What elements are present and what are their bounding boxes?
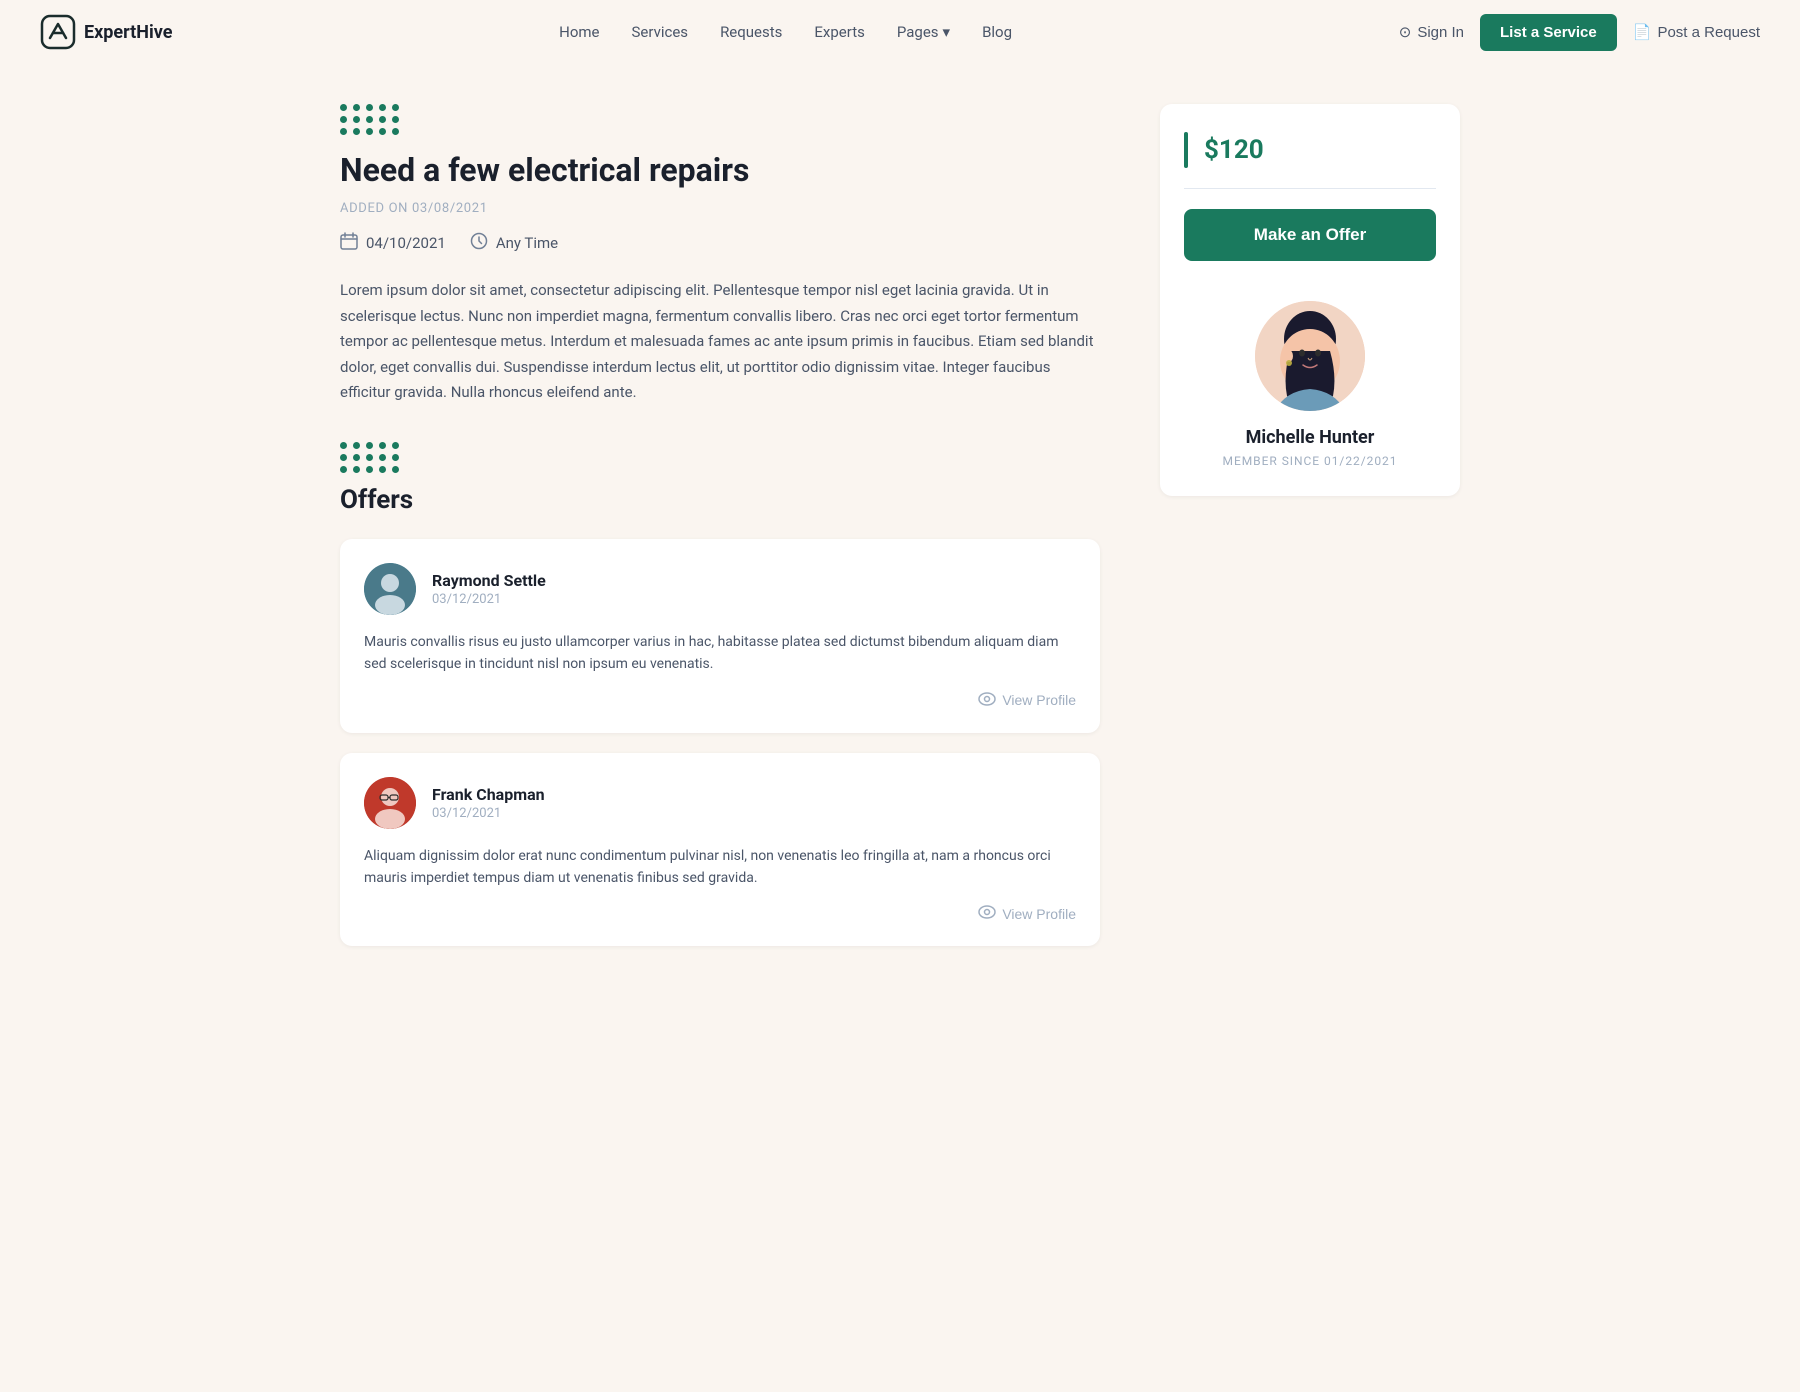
offer-footer: View Profile [364,692,1076,709]
profile-name: Michelle Hunter [1246,427,1375,448]
listing-date: 04/10/2021 [340,232,446,254]
listing-description: Lorem ipsum dolor sit amet, consectetur … [340,278,1100,406]
nav-home[interactable]: Home [559,23,599,41]
offer-date: 03/12/2021 [432,592,546,607]
price-bar-accent [1184,132,1188,168]
nav-services[interactable]: Services [632,23,689,41]
sign-in-button[interactable]: ⊙ Sign In [1399,23,1464,41]
nav-actions: ⊙ Sign In List a Service 📄 Post a Reques… [1399,14,1760,51]
added-on-label: ADDED ON 03/08/2021 [340,201,1100,216]
eye-icon [978,692,996,709]
nav-blog[interactable]: Blog [982,23,1012,41]
offer-header: Raymond Settle 03/12/2021 [364,563,1076,615]
list-service-button[interactable]: List a Service [1480,14,1617,51]
post-request-button[interactable]: 📄 Post a Request [1633,23,1760,41]
eye-icon [978,905,996,922]
right-column: $120 Make an Offer [1160,104,1460,966]
price-card: $120 Make an Offer [1160,104,1460,496]
offer-date: 03/12/2021 [432,806,545,821]
offer-card: Raymond Settle 03/12/2021 Mauris convall… [340,539,1100,733]
calendar-icon [340,232,358,254]
member-since-label: MEMBER SINCE 01/22/2021 [1223,454,1398,468]
listing-time: Any Time [470,232,558,254]
main-content: Need a few electrical repairs ADDED ON 0… [300,64,1500,1006]
profile-avatar-img [1255,301,1365,411]
user-circle-icon: ⊙ [1399,23,1412,41]
profile-avatar [1255,301,1365,411]
offer-text: Mauris convallis risus eu justo ullamcor… [364,631,1076,676]
price-row: $120 [1184,132,1436,168]
document-icon: 📄 [1633,23,1652,41]
listing-title: Need a few electrical repairs [340,151,1100,189]
avatar [364,777,416,829]
nav-pages[interactable]: Pages ▾ [897,23,950,41]
offer-text: Aliquam dignissim dolor erat nunc condim… [364,845,1076,890]
nav-requests[interactable]: Requests [720,23,782,41]
nav-experts[interactable]: Experts [814,23,864,41]
view-profile-button[interactable]: View Profile [978,692,1076,709]
brand-name: ExpertHive [84,22,172,43]
clock-icon [470,232,488,254]
offer-card: Frank Chapman 03/12/2021 Aliquam digniss… [340,753,1100,947]
offer-header: Frank Chapman 03/12/2021 [364,777,1076,829]
offer-footer: View Profile [364,905,1076,922]
chevron-down-icon: ▾ [943,23,951,41]
offer-user-info: Raymond Settle 03/12/2021 [432,571,546,607]
listing-meta: 04/10/2021 Any Time [340,232,1100,254]
offer-user-name: Frank Chapman [432,785,545,804]
offers-section-title: Offers [340,485,1100,515]
navbar: ExpertHive Home Services Requests Expert… [0,0,1800,64]
profile-section: Michelle Hunter MEMBER SINCE 01/22/2021 [1184,293,1436,468]
make-offer-button[interactable]: Make an Offer [1184,209,1436,261]
card-divider [1184,188,1436,189]
left-column: Need a few electrical repairs ADDED ON 0… [340,104,1100,966]
dot-decoration-offers [340,442,1100,473]
view-profile-button[interactable]: View Profile [978,905,1076,922]
offer-user-info: Frank Chapman 03/12/2021 [432,785,545,821]
dot-decoration-top [340,104,1100,135]
nav-links: Home Services Requests Experts Pages ▾ B… [559,23,1012,41]
logo-area: ExpertHive [40,14,172,50]
avatar [364,563,416,615]
offer-user-name: Raymond Settle [432,571,546,590]
price-amount: $120 [1204,135,1264,165]
brand-logo-icon [40,14,76,50]
